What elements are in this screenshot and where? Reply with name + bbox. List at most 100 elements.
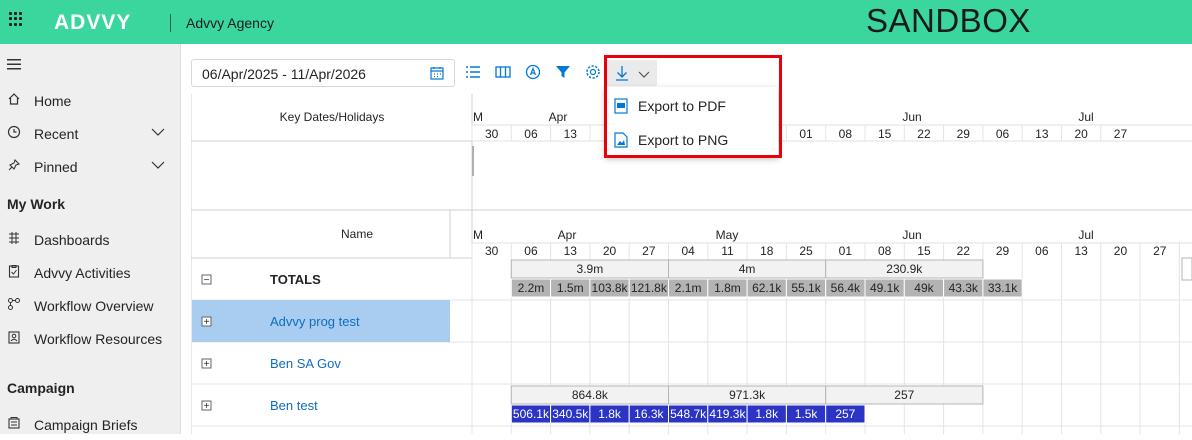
resources-icon [6,330,22,346]
logo[interactable]: ADVVY [54,11,131,35]
sidebar-item-workflow-overview[interactable]: Workflow Overview [0,293,181,321]
sidebar-item-label: Workflow Overview [34,298,154,314]
bentest-week-label: 419.3k [709,407,746,421]
sidebar-item-label: Recent [34,126,79,142]
list-view-icon[interactable] [465,64,483,82]
bentest-month-bar-label: 864.8k [572,388,609,402]
totals-week-label: 55.1k [791,281,821,295]
key-dates-header: Key Dates/Holidays [280,110,385,124]
pin-icon [6,158,22,174]
row-name: Advvy prog test [270,314,360,329]
week-label: 04 [681,244,695,258]
sidebar-item-campaign-briefs[interactable]: Campaign Briefs [0,412,181,440]
sidebar-item-label: Campaign Briefs [34,417,138,433]
sidebar-item-label: Home [34,93,72,109]
date-range-value: 06/Apr/2025 - 11/Apr/2026 [202,66,366,82]
sidebar-item-label: Workflow Resources [34,331,163,347]
png-icon [614,132,628,148]
totals-month-bar-label: 4m [739,262,756,276]
expander-icon: + [204,317,210,328]
chevron-down-icon [637,67,651,85]
month-label: Apr [549,110,568,124]
expander-icon: − [204,275,210,286]
week-label: 27 [642,244,656,258]
totals-week-label: 2.1m [675,281,702,295]
totals-week-label: 43.3k [949,281,979,295]
week-label: 22 [957,244,971,258]
download-button[interactable] [607,60,657,86]
clipboard-icon [6,264,22,280]
download-icon [615,65,629,86]
settings-icon[interactable] [585,64,603,82]
sidebar-item-pinned[interactable]: Pinned [0,154,181,182]
sidebar-item-advvy-activities[interactable]: Advvy Activities [0,260,181,288]
week-label: 18 [760,244,774,258]
week-label: 13 [564,127,578,141]
sidebar-item-recent[interactable]: Recent [0,121,181,149]
clock-icon [6,125,22,141]
hamburger-icon[interactable] [7,57,21,70]
week-label: 27 [1153,244,1167,258]
week-label: 27 [1114,127,1128,141]
totals-week-label: 103.8k [592,281,629,295]
row-name: Ben SA Gov [270,356,341,371]
sidebar-item-dashboards[interactable]: Dashboards [0,227,181,255]
sidebar-item-home[interactable]: Home [0,88,181,116]
bentest-week-label: 340.5k [552,407,589,421]
totals-month-bar-label: 230.9k [886,262,923,276]
bentest-week-label: 257 [835,407,855,421]
week-label: 11 [721,244,734,258]
scroll-stub [1181,257,1192,281]
bentest-month-bar-label: 971.3k [729,388,766,402]
week-label: 30 [485,244,499,258]
columns-icon[interactable] [495,64,513,82]
menu-item-label: Export to PNG [638,132,729,148]
sidebar-item-workflow-resources[interactable]: Workflow Resources [0,326,181,354]
week-label: 29 [996,244,1010,258]
bentest-week-label: 1.8k [755,407,779,421]
row-name: TOTALS [270,272,321,287]
export-pdf-menu-item[interactable]: Export to PDF [605,88,778,122]
chevron-down-icon[interactable] [150,156,166,175]
filter-icon[interactable] [555,64,573,82]
chevron-down-icon[interactable] [150,123,166,142]
briefs-icon [6,416,22,432]
sidebar: Home Recent Pinned My Work Dashboards Ad… [0,44,181,434]
workflow-icon [6,297,22,313]
dashboards-icon [6,231,22,247]
month-label: Jul [1078,110,1093,124]
week-label: 06 [524,127,538,141]
section-my-work: My Work [7,196,66,212]
bentest-month-bar-label: 257 [894,388,914,402]
totals-month-bar-label: 3.9m [577,262,604,276]
sidebar-item-label: Advvy Activities [34,265,131,281]
sidebar-item-label: Dashboards [34,232,110,248]
month-label: Apr [558,228,577,242]
group-by-icon[interactable] [525,64,543,82]
week-label: 08 [878,244,892,258]
week-label: 06 [996,127,1010,141]
week-label: 20 [1114,244,1128,258]
environment-label: SANDBOX [866,2,1031,39]
totals-week-label: 2.2m [518,281,545,295]
divider [170,14,171,32]
export-png-menu-item[interactable]: Export to PNG [605,122,778,156]
totals-week-label: 121.8k [631,281,668,295]
bentest-week-label: 548.7k [670,407,707,421]
bentest-week-label: 506.1k [513,407,550,421]
week-label: 30 [485,127,499,141]
date-range-input[interactable]: 06/Apr/2025 - 11/Apr/2026 [191,59,455,87]
row-name: Ben test [270,398,318,413]
week-label: 01 [799,127,813,141]
totals-week-label: 56.4k [831,281,861,295]
expander-icon: + [204,401,210,412]
home-icon [6,92,22,108]
totals-week-label: 62.1k [752,281,782,295]
calendar-icon[interactable] [430,66,444,80]
bentest-week-label: 1.5k [795,407,819,421]
app-launcher-icon[interactable] [9,12,23,26]
week-label: 25 [799,244,813,258]
week-label: 01 [839,244,853,258]
week-label: 08 [839,127,853,141]
agency-name[interactable]: Advvy Agency [186,15,274,31]
